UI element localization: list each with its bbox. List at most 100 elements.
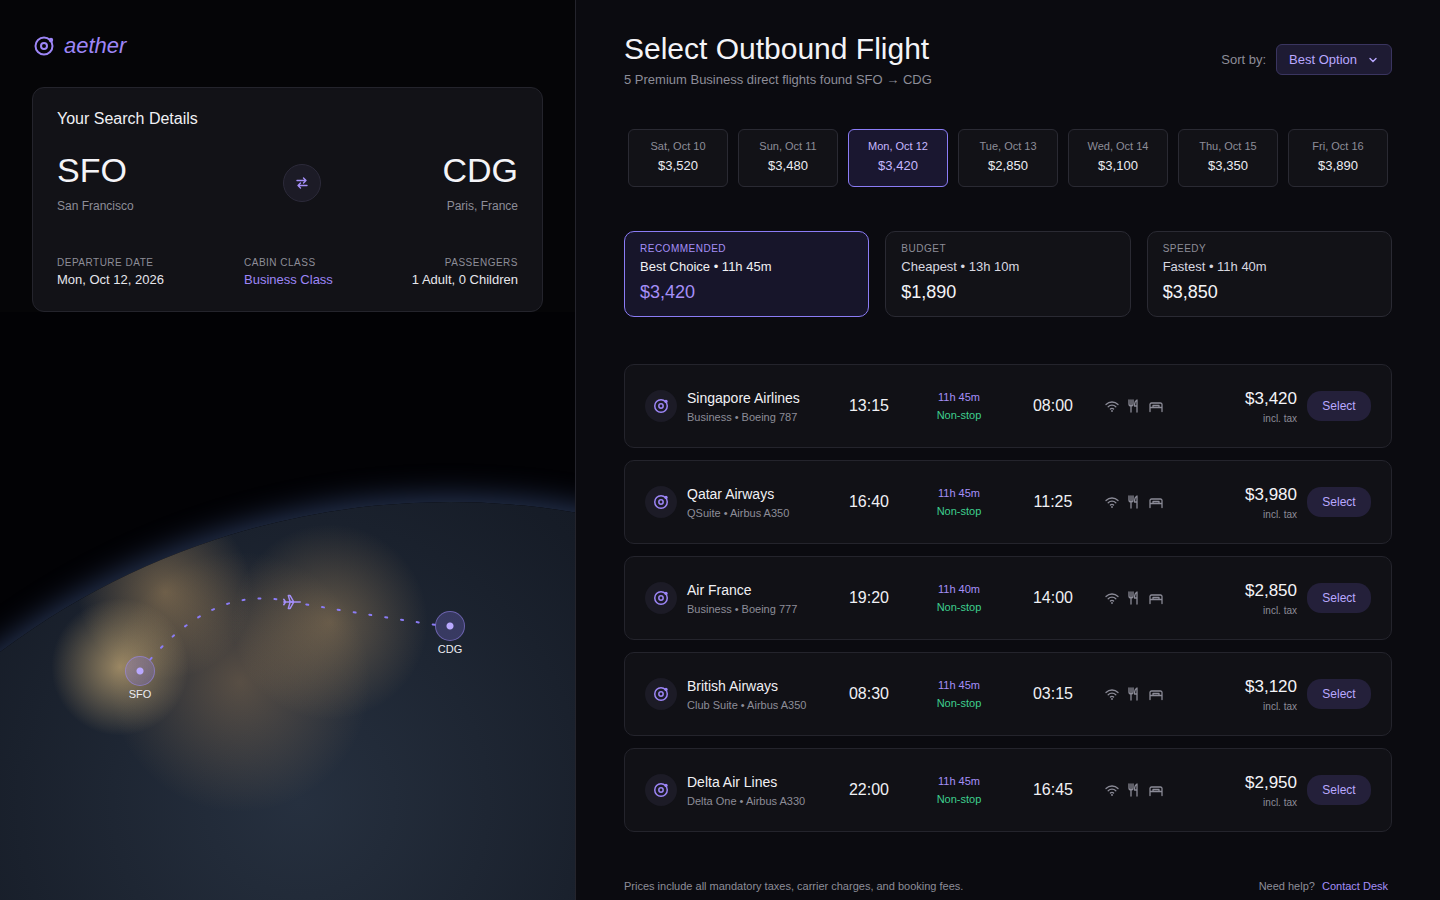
select-button[interactable]: Select — [1307, 391, 1371, 421]
date-label: Fri, Oct 16 — [1312, 140, 1363, 152]
select-button[interactable]: Select — [1307, 775, 1371, 805]
summary-label: Best Choice • 11h 45m — [640, 259, 772, 274]
swap-button[interactable] — [283, 164, 321, 202]
duration-text: 11h 40m — [911, 583, 1007, 595]
stops-text: Non-stop — [911, 601, 1007, 613]
wifi-icon — [1104, 398, 1120, 414]
airline-logo — [645, 678, 677, 710]
pin-label: SFO — [129, 688, 152, 700]
price-value: $3,420 — [1179, 389, 1297, 409]
stops-text: Non-stop — [911, 793, 1007, 805]
summary-card[interactable]: SPEEDYFastest • 11h 40m$3,850 — [1147, 231, 1392, 317]
stops-text: Non-stop — [911, 409, 1007, 421]
date-option[interactable]: Mon, Oct 12$3,420 — [848, 129, 948, 187]
airline-info: Singapore Airlines Business • Boeing 787 — [687, 390, 827, 423]
seat-icon — [1148, 686, 1164, 702]
date-price: $2,850 — [988, 158, 1028, 173]
meal-icon — [1126, 398, 1142, 414]
airline-name: Singapore Airlines — [687, 390, 827, 406]
date-price: $3,520 — [658, 158, 698, 173]
seat-icon — [1148, 590, 1164, 606]
seat-icon — [1148, 494, 1164, 510]
duration: 11h 45mNon-stop — [911, 775, 1007, 805]
date-option[interactable]: Sat, Oct 10$3,520 — [628, 129, 728, 187]
summary-label: Cheapest • 13h 10m — [901, 259, 1019, 274]
origin-pin[interactable]: SFO — [125, 656, 155, 700]
date-price: $3,350 — [1208, 158, 1248, 173]
help-text: Need help? Contact Desk — [1259, 880, 1388, 892]
sort-dropdown[interactable]: Best Option — [1276, 44, 1392, 75]
date-label: Thu, Oct 15 — [1199, 140, 1256, 152]
flight-list: Singapore Airlines Business • Boeing 787 1… — [624, 364, 1392, 832]
airline-name: Qatar Airways — [687, 486, 827, 502]
results-header: Select Outbound Flight 5 Premium Business… — [624, 32, 1392, 87]
search-details-title: Your Search Details — [57, 110, 518, 128]
meal-icon — [1126, 494, 1142, 510]
route: SFOSan FranciscoCDGParis, France — [57, 152, 518, 213]
amenities — [1099, 590, 1169, 606]
origin-city: San Francisco — [57, 199, 134, 213]
date-label: Tue, Oct 13 — [979, 140, 1036, 152]
date-price: $3,890 — [1318, 158, 1358, 173]
date-option[interactable]: Fri, Oct 16 $3,890 — [1288, 129, 1388, 187]
destination-pin[interactable]: CDG — [435, 611, 465, 655]
flight-row[interactable]: British AirwaysClub Suite • Airbus A3500… — [624, 652, 1392, 736]
flight-row[interactable]: Qatar AirwaysQSuite • Airbus A35016:4011… — [624, 460, 1392, 544]
results-subtitle: 5 Premium Business direct flights found … — [624, 72, 932, 87]
price-value: $3,980 — [1179, 485, 1297, 505]
pin-dot — [125, 656, 155, 686]
field-value: 1 Adult, 0 Children — [412, 272, 518, 287]
sort-label: Sort by: — [1221, 52, 1266, 67]
page-title: Select Outbound Flight — [624, 32, 932, 66]
origin: SFO San Francisco — [57, 152, 134, 213]
airline-detail: Delta One • Airbus A330 — [687, 795, 827, 807]
date-option[interactable]: Sun, Oct 11$3,480 — [738, 129, 838, 187]
date-label: Wed, Oct 14 — [1088, 140, 1149, 152]
summary-card[interactable]: BUDGETCheapest • 13h 10m$1,890 — [885, 231, 1130, 317]
summary-label: Fastest • 11h 40m — [1163, 259, 1267, 274]
duration-text: 11h 45m — [911, 679, 1007, 691]
date-price: $3,100 — [1098, 158, 1138, 173]
search-details-card: Your Search DetailsSFOSan FranciscoCDGPa… — [32, 87, 543, 312]
flight-row[interactable]: Air FranceBusiness • Boeing 77719:2011h … — [624, 556, 1392, 640]
date-option[interactable]: Thu, Oct 15 $3,350 — [1178, 129, 1278, 187]
amenities — [1099, 398, 1169, 414]
airline-detail: QSuite • Airbus A350 — [687, 507, 827, 519]
field-label: CABIN CLASS — [244, 257, 412, 268]
flight-row[interactable]: Singapore Airlines Business • Boeing 787 1… — [624, 364, 1392, 448]
price: $2,950incl. tax — [1179, 773, 1297, 808]
summary-card[interactable]: RECOMMENDEDBest Choice • 11h 45m$3,420 — [624, 231, 869, 317]
seat-icon — [1148, 782, 1164, 798]
date-option[interactable]: Wed, Oct 14 $3,100 — [1068, 129, 1168, 187]
select-button[interactable]: Select — [1307, 583, 1371, 613]
orbit-logo-icon — [32, 34, 56, 58]
price-note: incl. tax — [1179, 413, 1297, 424]
airline-info: Qatar Airways QSuite • Airbus A350 — [687, 486, 827, 519]
search-fields: DEPARTURE DATEMon, Oct 12, 2026CABIN CLA… — [57, 257, 518, 287]
brand-name: aether — [64, 33, 126, 59]
contact-link[interactable]: Contact Desk — [1322, 880, 1388, 892]
field-value[interactable]: Business Class — [244, 272, 412, 287]
footer-note: Prices include all mandatory taxes, carr… — [624, 880, 963, 892]
select-button[interactable]: Select — [1307, 487, 1371, 517]
origin-code: SFO — [57, 152, 134, 189]
departure-time: 22:00 — [837, 781, 901, 799]
amenities — [1099, 782, 1169, 798]
search-sidebar: aether Your Search Details SFO San Francisc… — [0, 0, 576, 900]
duration: 11h 45mNon-stop — [911, 679, 1007, 709]
duration: 11h 45mNon-stop — [911, 391, 1007, 421]
earth-photo — [0, 502, 575, 900]
select-button[interactable]: Select — [1307, 679, 1371, 709]
orbit-airline-icon — [651, 780, 671, 800]
airline-detail: Business • Boeing 787 — [687, 411, 827, 423]
brand-logo[interactable]: aether — [0, 0, 575, 59]
airline-logo — [645, 582, 677, 614]
price: $3,420 incl. tax — [1179, 389, 1297, 424]
airline-name: British Airways — [687, 678, 827, 694]
airline-info: Air FranceBusiness • Boeing 777 — [687, 582, 827, 615]
arrival-time: 14:00 — [1017, 589, 1089, 607]
flight-row[interactable]: Delta Air LinesDelta One • Airbus A33022… — [624, 748, 1392, 832]
search-field: DEPARTURE DATEMon, Oct 12, 2026 — [57, 257, 244, 287]
wifi-icon — [1104, 686, 1120, 702]
date-option[interactable]: Tue, Oct 13 $2,850 — [958, 129, 1058, 187]
